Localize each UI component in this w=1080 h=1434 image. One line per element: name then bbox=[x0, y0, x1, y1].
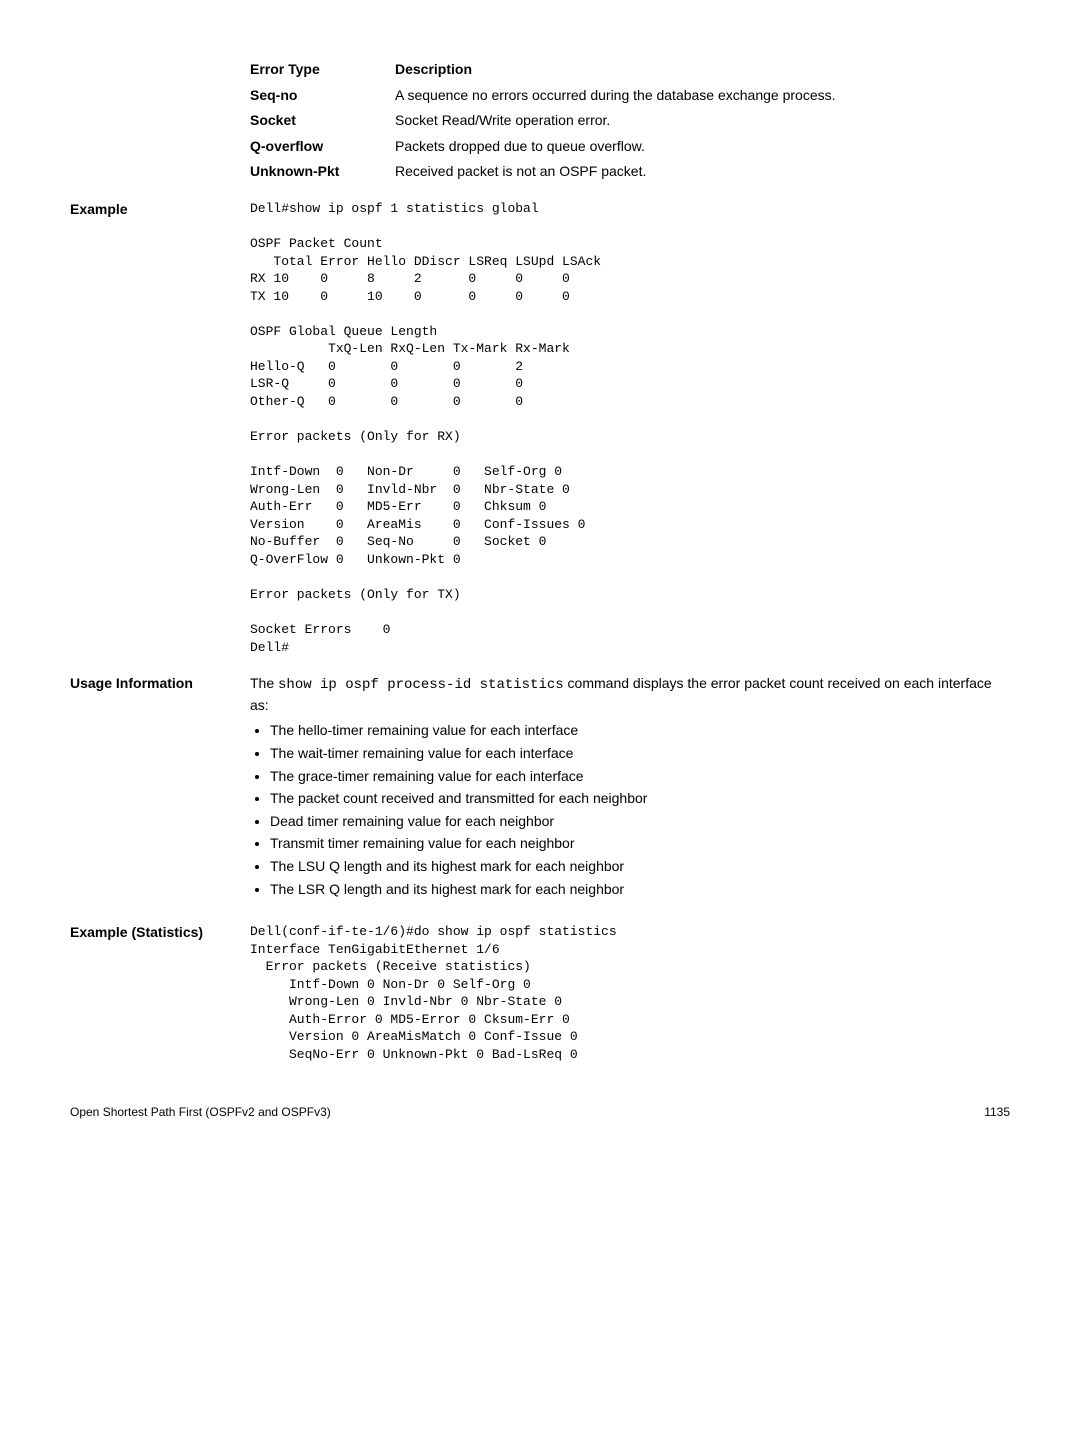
description-cell: Socket Read/Write operation error. bbox=[395, 111, 1010, 131]
error-type-cell: Unknown-Pkt bbox=[250, 162, 395, 182]
list-item: The wait-timer remaining value for each … bbox=[270, 744, 1010, 764]
description-cell: A sequence no errors occurred during the… bbox=[395, 86, 1010, 106]
description-cell: Packets dropped due to queue overflow. bbox=[395, 137, 1010, 157]
page-footer: Open Shortest Path First (OSPFv2 and OSP… bbox=[70, 1104, 1010, 1121]
error-type-header: Error Type bbox=[250, 60, 395, 80]
usage-intro-pre: The bbox=[250, 675, 278, 691]
table-row: Socket Socket Read/Write operation error… bbox=[250, 111, 1010, 131]
list-item: The LSU Q length and its highest mark fo… bbox=[270, 857, 1010, 877]
description-header: Description bbox=[395, 60, 1010, 80]
table-row: Seq-no A sequence no errors occurred dur… bbox=[250, 86, 1010, 106]
list-item: The hello-timer remaining value for each… bbox=[270, 721, 1010, 741]
example-statistics-cli-output: Dell(conf-if-te-1/6)#do show ip ospf sta… bbox=[250, 923, 1010, 1063]
list-item: Transmit timer remaining value for each … bbox=[270, 834, 1010, 854]
error-type-cell: Socket bbox=[250, 111, 395, 131]
error-type-cell: Q-overflow bbox=[250, 137, 395, 157]
description-cell: Received packet is not an OSPF packet. bbox=[395, 162, 1010, 182]
usage-info-label: Usage Information bbox=[70, 674, 250, 694]
footer-title: Open Shortest Path First (OSPFv2 and OSP… bbox=[70, 1104, 331, 1121]
usage-information-section: Usage Information The show ip ospf proce… bbox=[70, 674, 1010, 905]
usage-intro-code: show ip ospf process-id statistics bbox=[278, 677, 564, 693]
list-item: The grace-timer remaining value for each… bbox=[270, 767, 1010, 787]
example-statistics-section: Example (Statistics) Dell(conf-if-te-1/6… bbox=[70, 923, 1010, 1063]
list-item: Dead timer remaining value for each neig… bbox=[270, 812, 1010, 832]
footer-page-number: 1135 bbox=[984, 1104, 1010, 1121]
example-label: Example bbox=[70, 200, 250, 220]
list-item: The packet count received and transmitte… bbox=[270, 789, 1010, 809]
table-row: Q-overflow Packets dropped due to queue … bbox=[250, 137, 1010, 157]
usage-intro: The show ip ospf process-id statistics c… bbox=[250, 674, 1010, 715]
error-type-cell: Seq-no bbox=[250, 86, 395, 106]
example-cli-output: Dell#show ip ospf 1 statistics global OS… bbox=[250, 200, 1010, 656]
list-item: The LSR Q length and its highest mark fo… bbox=[270, 880, 1010, 900]
example-statistics-label: Example (Statistics) bbox=[70, 923, 250, 943]
usage-bullet-list: The hello-timer remaining value for each… bbox=[250, 721, 1010, 899]
table-row: Unknown-Pkt Received packet is not an OS… bbox=[250, 162, 1010, 182]
error-type-table: Error Type Description Seq-no A sequence… bbox=[250, 60, 1010, 182]
example-section: Example Dell#show ip ospf 1 statistics g… bbox=[70, 200, 1010, 656]
